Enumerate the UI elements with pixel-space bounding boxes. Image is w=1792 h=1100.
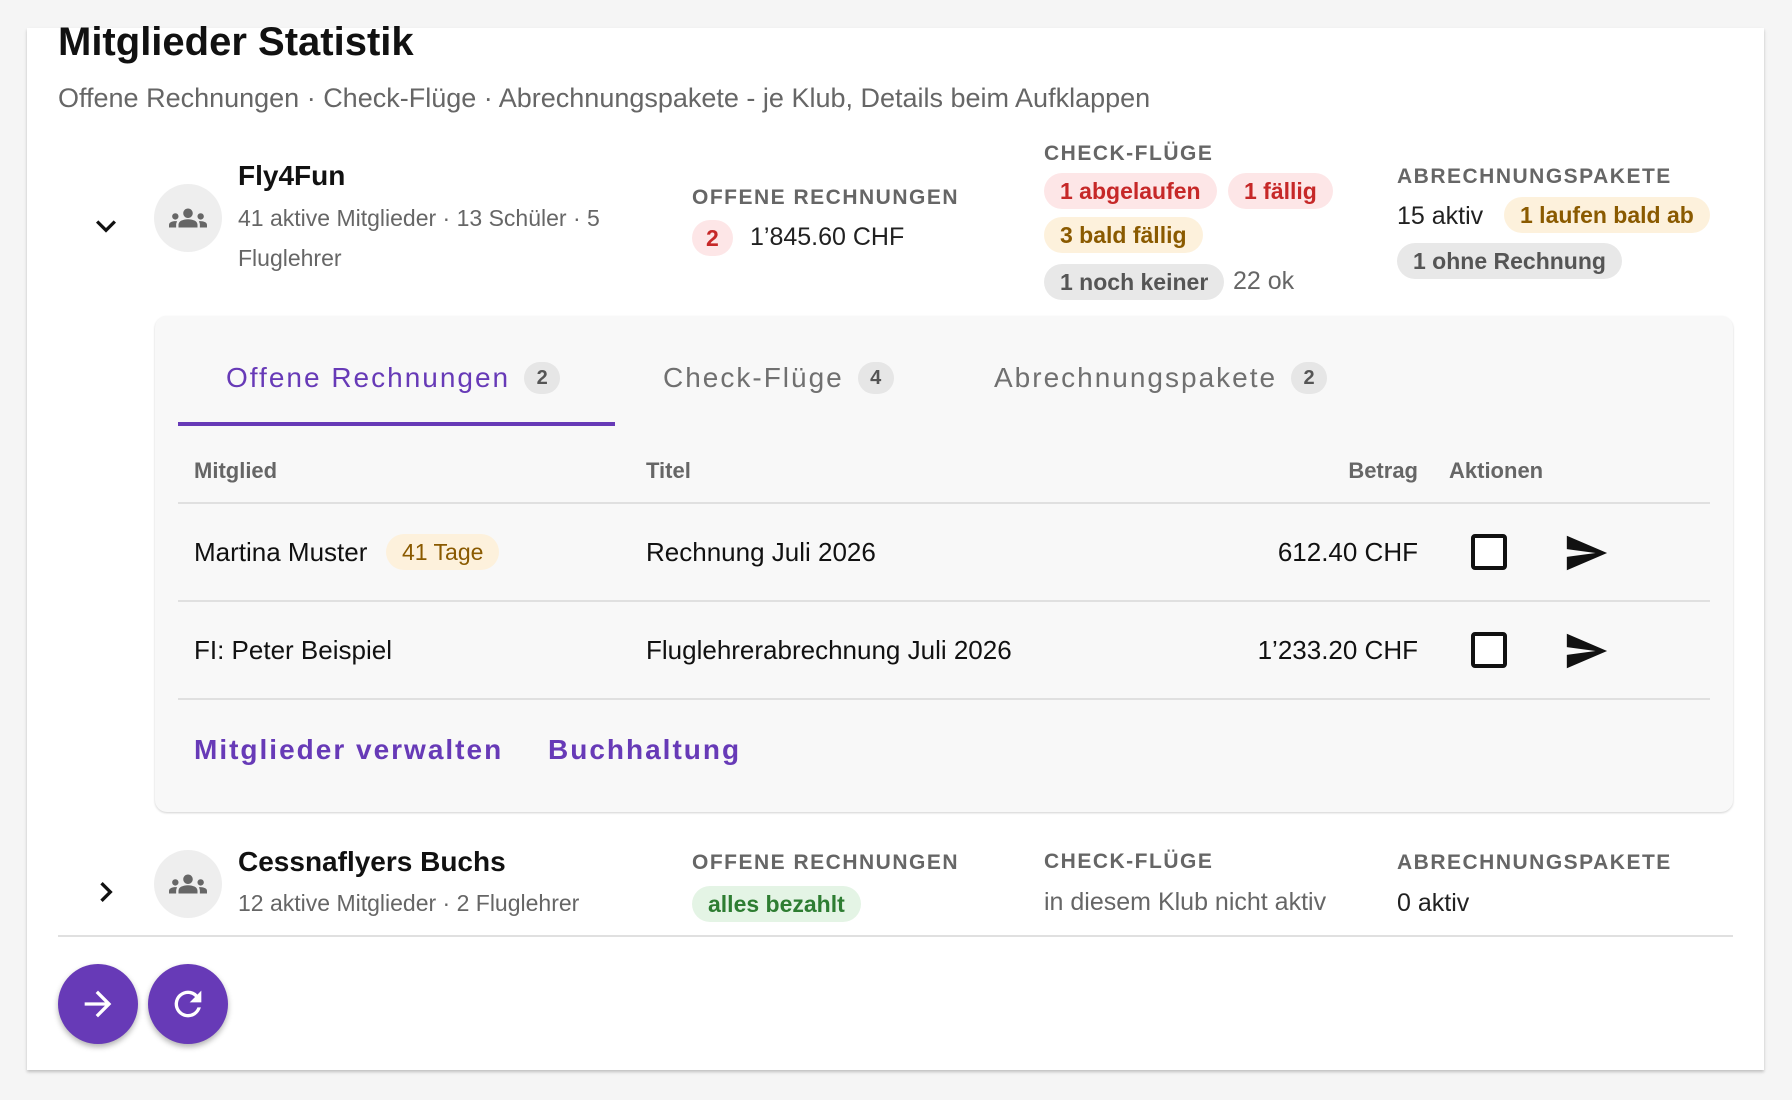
checks-expired-chip: 1 abgelaufen: [1044, 173, 1217, 209]
club-list-divider: [58, 935, 1733, 937]
tab-count-badge: 4: [857, 362, 894, 394]
invoices-paid-chip: alles bezahlt: [692, 886, 861, 922]
club-meta: 41 aktive Mitglieder · 13 Schüler · 5: [238, 205, 600, 231]
club-avatar-cessnaflyers: [154, 850, 222, 918]
invoice-amount: 1’845.60 CHF: [750, 223, 905, 251]
tab-label: Check-Flüge: [663, 362, 844, 393]
checks-ok-count: 22 ok: [1233, 267, 1295, 295]
packages-active: 0 aktiv: [1397, 889, 1470, 917]
club-avatar-fly4fun: [154, 184, 222, 252]
table-row-title: Rechnung Juli 2026: [646, 537, 876, 567]
group-icon: [169, 874, 207, 894]
checks-none-chip: 1 noch keiner: [1044, 264, 1225, 300]
active-tab-indicator: [178, 422, 615, 426]
send-invoice-button[interactable]: [1563, 530, 1609, 576]
column-header-title: Titel: [646, 458, 691, 483]
packages-expiring-chip: 1 laufen bald ab: [1504, 197, 1710, 233]
tab-count-badge: 2: [1291, 362, 1328, 394]
send-icon: [1566, 633, 1608, 669]
table-row-member: FI: Peter Beispiel: [194, 635, 392, 665]
arrow-forward-icon: [84, 990, 112, 1018]
refresh-fab-button[interactable]: [148, 964, 228, 1044]
row-divider: [178, 600, 1710, 602]
packages-label: ABRECHNUNGSPAKETE: [1397, 851, 1672, 874]
refresh-icon: [174, 990, 202, 1018]
invoices-label: OFFENE RECHNUNGEN: [692, 851, 960, 874]
row-select-checkbox[interactable]: [1471, 632, 1507, 668]
tab-label: Abrechnungspakete: [994, 362, 1278, 393]
expand-club-fly4fun-button[interactable]: [86, 206, 126, 246]
chevron-down-icon: [96, 220, 116, 233]
send-icon: [1566, 535, 1608, 571]
page-subtitle: Offene Rechnungen · Check-Flüge · Abrech…: [58, 83, 1151, 113]
overdue-days-badge: 41 Tage: [386, 534, 500, 570]
table-row-title: Fluglehrerabrechnung Juli 2026: [646, 635, 1012, 665]
expand-club-cessnaflyers-button[interactable]: [86, 872, 126, 912]
forward-fab-button[interactable]: [58, 964, 138, 1044]
packages-label: ABRECHNUNGSPAKETE: [1397, 165, 1672, 188]
club-meta: 12 aktive Mitglieder · 2 Fluglehrer: [238, 890, 580, 916]
column-header-member: Mitglied: [194, 458, 278, 483]
checks-due-soon-chip: 3 bald fällig: [1044, 217, 1203, 253]
table-row-amount: 1’233.20 CHF: [1257, 635, 1418, 665]
tab-count-badge: 2: [524, 362, 561, 394]
chevron-right-icon: [100, 882, 113, 902]
table-row-amount: 612.40 CHF: [1277, 537, 1418, 567]
row-select-checkbox[interactable]: [1471, 534, 1507, 570]
row-divider: [178, 698, 1710, 700]
club-name: Fly4Fun: [238, 160, 346, 191]
table-row-member: Martina Muster: [194, 537, 368, 567]
column-header-actions: Aktionen: [1449, 458, 1544, 483]
page-title: Mitglieder Statistik: [58, 20, 414, 64]
checks-label: CHECK-FLÜGE: [1044, 142, 1214, 165]
checks-status: in diesem Klub nicht aktiv: [1044, 888, 1327, 916]
send-invoice-button[interactable]: [1563, 628, 1609, 674]
tab-offene-rechnungen[interactable]: Offene Rechnungen 2: [226, 358, 561, 398]
packages-no-invoice-chip: 1 ohne Rechnung: [1397, 243, 1622, 279]
checks-due-chip: 1 fällig: [1228, 173, 1333, 209]
accounting-link[interactable]: Buchhaltung: [548, 734, 741, 766]
tab-label: Offene Rechnungen: [226, 362, 511, 393]
column-header-amount: Betrag: [1348, 458, 1418, 483]
manage-members-link[interactable]: Mitglieder verwalten: [194, 734, 503, 766]
tab-check-fluege[interactable]: Check-Flüge 4: [663, 358, 894, 398]
checks-label: CHECK-FLÜGE: [1044, 850, 1214, 873]
table-header-divider: [178, 502, 1710, 504]
group-icon: [169, 208, 207, 228]
club-name: Cessnaflyers Buchs: [238, 846, 506, 877]
packages-active: 15 aktiv: [1397, 202, 1484, 230]
invoices-label: OFFENE RECHNUNGEN: [692, 186, 960, 209]
club-meta-cont: Fluglehrer: [238, 245, 342, 271]
tab-abrechnungspakete[interactable]: Abrechnungspakete 2: [994, 358, 1328, 398]
invoice-count-badge: 2: [692, 220, 733, 256]
